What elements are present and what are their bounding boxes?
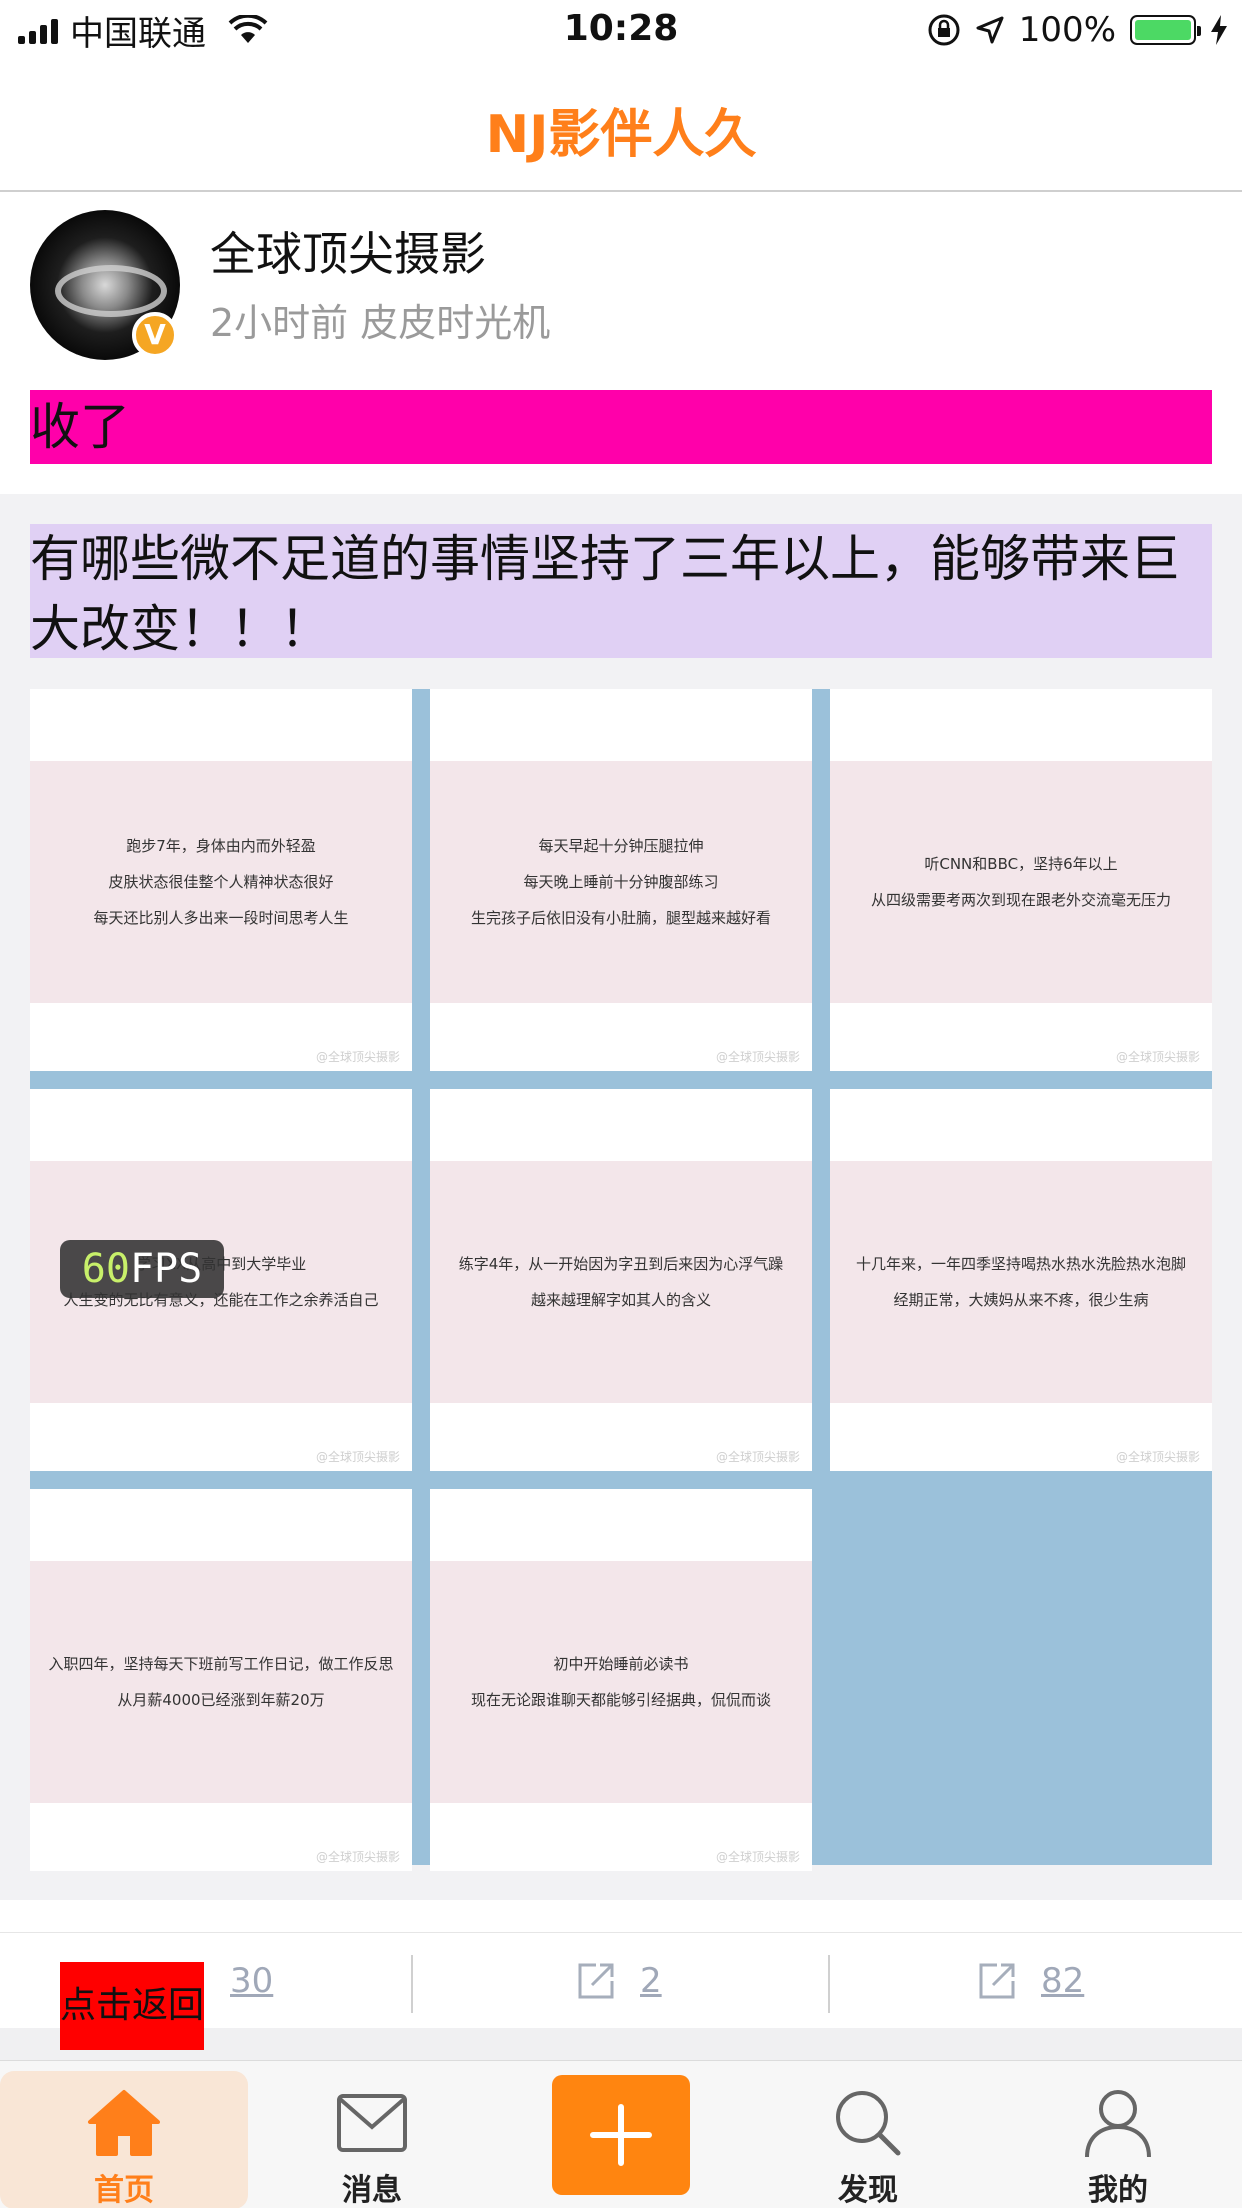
retweet-block[interactable]: 有哪些微不足道的事情坚持了三年以上，能够带来巨大改变！！！ 跑步7年，身体由内而… [0,494,1242,1900]
back-button[interactable]: 点击返回 [60,1962,204,2050]
image-text-band: 每天早起十分钟压腿拉伸 每天晚上睡前十分钟腹部练习生完孩子后依旧没有小肚腩，腿型越… [430,761,812,1003]
divider [411,1955,413,2013]
image-watermark: @全球顶尖摄影 [715,1050,800,1064]
search-icon [836,2091,901,2156]
image-thumbnail[interactable]: 每天早起十分钟压腿拉伸 每天晚上睡前十分钟腹部练习生完孩子后依旧没有小肚腩，腿型越… [430,689,812,1071]
page-title: NJ影伴人久 [485,105,757,165]
image-caption-line: 越来越理解字如其人的含义 [530,1291,711,1309]
image-text-band: 初中开始睡前必读书现在无论跟谁聊天都能够引经据典，侃侃而谈 [430,1561,812,1803]
tab-label: 消息 [342,2173,402,2208]
divider [828,1955,830,2013]
tab-messages[interactable]: 消息 [248,2071,496,2208]
tab-bar: 首页 消息 发现 我的 [0,2060,1242,2208]
image-watermark: @全球顶尖摄影 [1115,1450,1200,1464]
image-thumbnail[interactable]: 练字4年，从一开始因为字丑到后来因为心浮气躁 越来越理解字如其人的含义 @全球顶尖摄… [430,1089,812,1471]
image-caption-line: 经期正常，大姨妈从来不疼，很少生病 [893,1291,1149,1309]
fps-indicator: 60FPS [60,1240,224,1298]
author-name[interactable]: 全球顶尖摄影 [210,218,486,284]
image-text-band: 十几年来，一年四季坚持喝热水热水洗脸热水泡脚 经期正常，大姨妈从来不疼，很少生病 [830,1161,1212,1403]
image-watermark: @全球顶尖摄影 [715,1450,800,1464]
image-caption-line: 跑步7年，身体由内而外轻盈 [126,837,316,855]
author-avatar[interactable]: V [30,210,180,360]
image-caption-line: 入职四年，坚持每天下班前写工作日记，做工作反思 [48,1655,394,1673]
image-thumbnail[interactable]: 入职四年，坚持每天下班前写工作日记，做工作反思 从月薪4000已经涨到年薪20万 @… [30,1489,412,1871]
fps-value: 60 [81,1246,130,1292]
battery-icon [1130,15,1201,45]
tab-home[interactable]: 首页 [0,2071,248,2208]
tab-label: 我的 [1088,2173,1148,2208]
image-caption-line: 现在无论跟谁聊天都能够引经据典，侃侃而谈 [470,1691,771,1709]
plus-icon [590,2104,652,2166]
image-caption-line: 每天晚上睡前十分钟腹部练习 [523,873,719,891]
rotation-lock-icon [928,14,960,46]
image-text-band: 跑步7年，身体由内而外轻盈 皮肤状态很佳整个人精神状态很好 每天还比别人多出来一段时… [30,761,412,1003]
post-meta: 2小时前 皮皮时光机 [210,301,551,345]
image-caption-line: 听CNN和BBC，坚持6年以上 [924,855,1118,873]
tab-label: 首页 [94,2173,154,2208]
charging-icon [1211,15,1227,45]
post-text: 收了 [30,390,1212,464]
user-icon [1085,2090,1151,2158]
image-watermark: @全球顶尖摄影 [715,1850,800,1864]
image-caption-line: 皮肤状态很佳整个人精神状态很好 [108,873,334,891]
image-caption-line: 十几年来，一年四季坚持喝热水热水洗脸热水泡脚 [855,1255,1186,1273]
image-watermark: @全球顶尖摄影 [315,1850,400,1864]
image-watermark: @全球顶尖摄影 [315,1450,400,1464]
image-thumbnail[interactable]: 初中开始睡前必读书现在无论跟谁聊天都能够引经据典，侃侃而谈 @全球顶尖摄影 [430,1489,812,1871]
share-icon [979,1963,1015,1999]
image-caption-line: 从四级需要考两次到现在跟老外交流毫无压力 [870,891,1171,909]
image-caption-line: 每天早起十分钟压腿拉伸 [538,837,704,855]
image-watermark: @全球顶尖摄影 [315,1050,400,1064]
compose-button[interactable] [552,2075,690,2195]
nav-bar: NJ影伴人久 [0,62,1242,192]
comment-button[interactable]: 30 [230,1933,273,2029]
image-thumbnail[interactable]: 十几年来，一年四季坚持喝热水热水洗脸热水泡脚 经期正常，大姨妈从来不疼，很少生病 @… [830,1089,1212,1471]
comment-count: 30 [230,1961,274,2001]
tab-discover[interactable]: 发现 [744,2071,992,2208]
image-text-band: 听CNN和BBC，坚持6年以上从四级需要考两次到现在跟老外交流毫无压力 [830,761,1212,1003]
battery-percent: 100% [1018,10,1116,50]
image-caption-line: 初中开始睡前必读书 [553,1655,689,1673]
home-icon [88,2090,160,2156]
image-watermark: @全球顶尖摄影 [1115,1050,1200,1064]
image-caption-line: 每天还比别人多出来一段时间思考人生 [93,909,349,927]
share-count: 82 [1041,1961,1085,2001]
image-thumbnail[interactable]: 听CNN和BBC，坚持6年以上从四级需要考两次到现在跟老外交流毫无压力 @全球顶尖… [830,689,1212,1071]
image-caption-line: 练字4年，从一开始因为字丑到后来因为心浮气躁 [458,1255,784,1273]
fps-unit: FPS [129,1246,203,1292]
repost-count: 2 [640,1961,662,2001]
mail-icon [337,2094,407,2152]
retweet-text: 有哪些微不足道的事情坚持了三年以上，能够带来巨大改变！！！ [30,524,1212,658]
verified-badge-icon: V [132,312,178,358]
share-button[interactable]: 82 [975,1933,1084,2029]
image-caption-line: 生完孩子后依旧没有小肚腩，腿型越来越好看 [470,909,771,927]
repost-icon [578,1963,614,1999]
repost-button[interactable]: 2 [574,1933,662,2029]
image-caption-line: 从月薪4000已经涨到年薪20万 [117,1691,325,1709]
image-text-band: 入职四年，坚持每天下班前写工作日记，做工作反思 从月薪4000已经涨到年薪20万 [30,1561,412,1803]
tab-profile[interactable]: 我的 [994,2071,1242,2208]
location-icon [976,16,1004,44]
image-thumbnail[interactable]: 跑步7年，身体由内而外轻盈 皮肤状态很佳整个人精神状态很好 每天还比别人多出来一段时… [30,689,412,1071]
tab-label: 发现 [838,2173,898,2208]
status-bar: 中国联通 10:28 100% [0,0,1242,62]
image-text-band: 练字4年，从一开始因为字丑到后来因为心浮气躁 越来越理解字如其人的含义 [430,1161,812,1403]
